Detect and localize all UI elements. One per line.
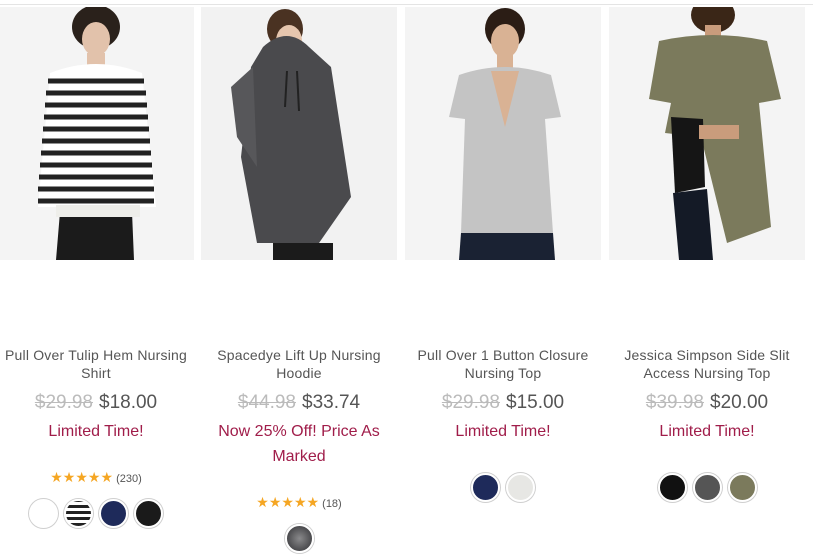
sale-price: $15.00	[506, 392, 565, 413]
product-image[interactable]	[201, 7, 397, 260]
product-card[interactable]: Pull Over Tulip Hem Nursing Shirt $29.98…	[0, 7, 194, 528]
product-card[interactable]: Jessica Simpson Side Slit Access Nursing…	[609, 7, 805, 502]
color-swatches	[405, 473, 601, 502]
star-icon: ★	[87, 469, 101, 485]
product-image[interactable]	[609, 7, 805, 260]
price-row: $39.98 $20.00	[609, 391, 805, 415]
swatch-stripe[interactable]	[64, 499, 93, 528]
color-swatches	[0, 499, 194, 528]
swatch-light-heather[interactable]	[506, 473, 535, 502]
rating[interactable]: ★★★★★ (230)	[0, 469, 194, 486]
rating[interactable]: ★★★★★ (18)	[201, 494, 397, 511]
star-icon: ★	[306, 494, 320, 510]
swatch-black[interactable]	[657, 473, 687, 502]
star-icon: ★	[100, 469, 114, 485]
promo-text: Now 25% Off! Price As Marked	[218, 423, 380, 465]
original-price: $44.98	[237, 392, 296, 413]
product-card[interactable]: Pull Over 1 Button Closure Nursing Top $…	[405, 7, 601, 502]
product-name[interactable]: Pull Over 1 Button Closure Nursing Top	[405, 346, 601, 382]
rating-count: (18)	[322, 498, 342, 510]
star-icon: ★	[268, 494, 282, 510]
swatch-black[interactable]	[134, 499, 163, 528]
star-icon: ★	[293, 494, 307, 510]
swatch-navy[interactable]	[471, 473, 500, 502]
sale-price: $33.74	[302, 392, 361, 413]
promo-text: Limited Time!	[48, 423, 144, 440]
sale-price: $18.00	[99, 392, 158, 413]
star-icon: ★	[281, 494, 294, 510]
swatch-white[interactable]	[29, 499, 58, 528]
original-price: $39.98	[645, 392, 704, 413]
color-swatches	[609, 473, 805, 502]
swatch-olive[interactable]	[727, 473, 757, 502]
original-price: $29.98	[441, 392, 500, 413]
swatch-navy[interactable]	[99, 499, 128, 528]
promo-text: Limited Time!	[455, 423, 551, 440]
color-swatches	[201, 524, 397, 553]
star-icon: ★	[62, 469, 76, 485]
star-icon: ★	[256, 494, 269, 510]
promo-text: Limited Time!	[659, 423, 755, 440]
price-row: $29.98 $15.00	[405, 391, 601, 415]
sale-price: $20.00	[710, 392, 769, 413]
star-icon: ★	[75, 469, 88, 485]
rating-count: (230)	[116, 473, 142, 485]
product-image[interactable]	[0, 7, 194, 260]
price-row: $29.98 $18.00	[0, 391, 194, 415]
product-card[interactable]: Spacedye Lift Up Nursing Hoodie $44.98 $3…	[201, 7, 397, 553]
price-row: $44.98 $33.74	[201, 391, 397, 415]
top-divider	[0, 4, 813, 5]
swatch-heather[interactable]	[284, 524, 314, 553]
original-price: $29.98	[34, 392, 93, 413]
product-name[interactable]: Pull Over Tulip Hem Nursing Shirt	[0, 346, 194, 382]
swatch-charcoal[interactable]	[692, 473, 722, 502]
product-name[interactable]: Spacedye Lift Up Nursing Hoodie	[201, 346, 397, 382]
star-icon: ★	[50, 469, 63, 485]
product-image[interactable]	[405, 7, 601, 260]
product-name[interactable]: Jessica Simpson Side Slit Access Nursing…	[609, 346, 805, 382]
